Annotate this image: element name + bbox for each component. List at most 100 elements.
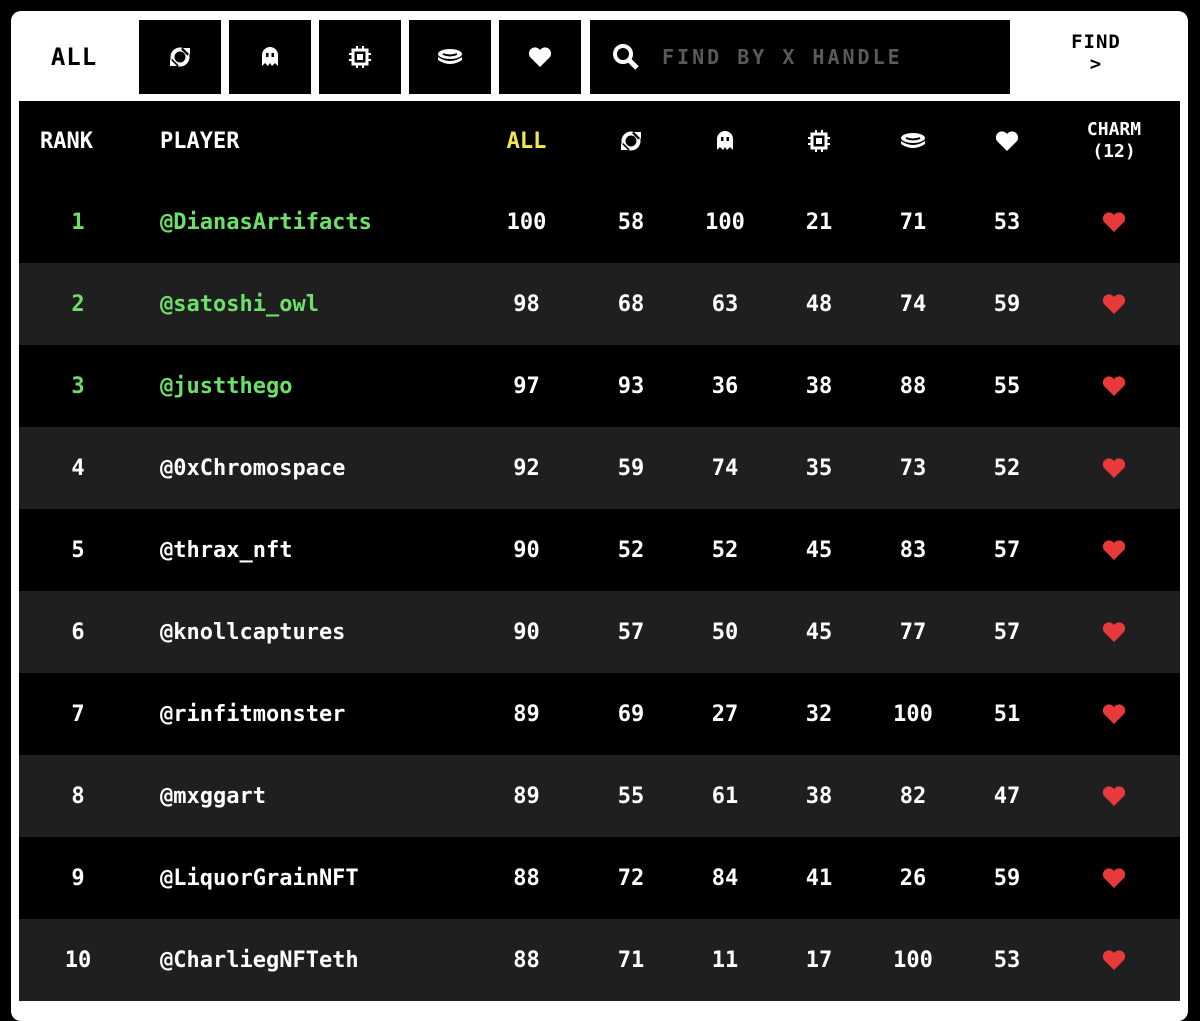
score-chip-cell: 45 xyxy=(805,537,833,563)
charm-cell xyxy=(1054,703,1174,725)
header-chip[interactable] xyxy=(772,130,866,152)
score-heart-cell: 51 xyxy=(993,701,1021,727)
score-chip-cell: 21 xyxy=(805,209,833,235)
player-handle[interactable]: @knollcaptures xyxy=(137,620,469,645)
header-coins[interactable] xyxy=(866,132,960,150)
score-coins-cell: 100 xyxy=(893,701,933,727)
table-body: 1 @DianasArtifacts 100 58 100 21 71 53 2 @satoshi… xyxy=(19,181,1180,1001)
header-player[interactable]: PLAYER xyxy=(137,129,469,154)
table-row[interactable]: 4 @0xChromospace 92 59 74 35 73 52 xyxy=(19,427,1180,509)
player-handle[interactable]: @DianasArtifacts xyxy=(137,210,469,235)
score-heart-cell: 53 xyxy=(993,947,1021,973)
score-chip-cell: 38 xyxy=(805,783,833,809)
category-coins-button[interactable] xyxy=(409,20,491,94)
rank-cell: 10 xyxy=(64,947,92,973)
charm-cell xyxy=(1054,949,1174,971)
score-sync-cell: 55 xyxy=(617,783,645,809)
charm-heart-icon xyxy=(1102,622,1126,642)
score-ghost-cell: 63 xyxy=(711,291,739,317)
find-button[interactable]: FIND > xyxy=(1021,31,1171,91)
score-heart-cell: 47 xyxy=(993,783,1021,809)
header-ghost[interactable] xyxy=(678,130,772,152)
table-row[interactable]: 9 @LiquorGrainNFT 88 72 84 41 26 59 xyxy=(19,837,1180,919)
charm-cell xyxy=(1054,621,1174,643)
player-handle[interactable]: @mxggart xyxy=(137,784,469,809)
score-chip-cell: 45 xyxy=(805,619,833,645)
table-row[interactable]: 1 @DianasArtifacts 100 58 100 21 71 53 xyxy=(19,181,1180,263)
player-handle[interactable]: @thrax_nft xyxy=(137,538,469,563)
charm-heart-icon xyxy=(1102,704,1126,724)
player-handle[interactable]: @CharliegNFTeth xyxy=(137,948,469,973)
score-coins-cell: 73 xyxy=(899,455,927,481)
charm-heart-icon xyxy=(1102,786,1126,806)
player-handle[interactable]: @satoshi_owl xyxy=(137,292,469,317)
header-sync[interactable] xyxy=(584,130,678,152)
charm-heart-icon xyxy=(1102,376,1126,396)
header-all[interactable]: ALL xyxy=(469,129,584,154)
score-ghost-cell: 27 xyxy=(711,701,739,727)
category-chip-button[interactable] xyxy=(319,20,401,94)
score-ghost-cell: 100 xyxy=(705,209,745,235)
filter-bar: ALL FIND BY X HANDLE FIND > xyxy=(11,11,1188,103)
score-sync-cell: 71 xyxy=(617,947,645,973)
score-coins-cell: 74 xyxy=(899,291,927,317)
player-handle[interactable]: @0xChromospace xyxy=(137,456,469,481)
score-sync-cell: 59 xyxy=(617,455,645,481)
score-all-cell: 90 xyxy=(513,537,540,563)
player-handle[interactable]: @justthego xyxy=(137,374,469,399)
score-heart-cell: 59 xyxy=(993,291,1021,317)
score-coins-cell: 71 xyxy=(899,209,927,235)
table-row[interactable]: 10 @CharliegNFTeth 88 71 11 17 100 53 xyxy=(19,919,1180,1001)
table-row[interactable]: 2 @satoshi_owl 98 68 63 48 74 59 xyxy=(19,263,1180,345)
rank-cell: 3 xyxy=(71,373,85,399)
table-row[interactable]: 7 @rinfitmonster 89 69 27 32 100 51 xyxy=(19,673,1180,755)
charm-cell xyxy=(1054,539,1174,561)
header-charm-count: (12) xyxy=(1092,141,1136,162)
charm-cell xyxy=(1054,293,1174,315)
search-box[interactable] xyxy=(590,20,1010,94)
player-handle[interactable]: @rinfitmonster xyxy=(137,702,469,727)
charm-heart-icon xyxy=(1102,950,1126,970)
player-handle[interactable]: @LiquorGrainNFT xyxy=(137,866,469,891)
search-input[interactable] xyxy=(660,44,994,70)
heart-icon xyxy=(995,131,1019,151)
score-heart-cell: 57 xyxy=(993,537,1021,563)
table-row[interactable]: 3 @justthego 97 93 36 38 88 55 xyxy=(19,345,1180,427)
score-all-cell: 92 xyxy=(513,455,540,481)
category-heart-button[interactable] xyxy=(499,20,581,94)
charm-cell xyxy=(1054,211,1174,233)
charm-cell xyxy=(1054,785,1174,807)
charm-cell xyxy=(1054,375,1174,397)
score-all-cell: 90 xyxy=(513,619,540,645)
score-all-cell: 100 xyxy=(506,209,547,235)
header-charm[interactable]: CHARM (12) xyxy=(1054,119,1174,163)
score-coins-cell: 83 xyxy=(899,537,927,563)
find-button-label: FIND xyxy=(1071,31,1121,53)
rank-cell: 5 xyxy=(71,537,85,563)
score-sync-cell: 72 xyxy=(617,865,645,891)
table-row[interactable]: 5 @thrax_nft 90 52 52 45 83 57 xyxy=(19,509,1180,591)
score-sync-cell: 57 xyxy=(617,619,645,645)
score-ghost-cell: 36 xyxy=(711,373,739,399)
header-heart[interactable] xyxy=(960,130,1054,152)
heart-icon xyxy=(528,47,552,67)
category-sync-button[interactable] xyxy=(139,20,221,94)
table-row[interactable]: 6 @knollcaptures 90 57 50 45 77 57 xyxy=(19,591,1180,673)
score-ghost-cell: 50 xyxy=(711,619,739,645)
sync-icon xyxy=(620,130,642,152)
header-rank[interactable]: RANK xyxy=(19,129,137,154)
score-chip-cell: 32 xyxy=(805,701,833,727)
score-chip-cell: 48 xyxy=(805,291,833,317)
score-heart-cell: 59 xyxy=(993,865,1021,891)
score-sync-cell: 68 xyxy=(617,291,645,317)
charm-cell xyxy=(1054,867,1174,889)
rank-cell: 2 xyxy=(71,291,85,317)
score-heart-cell: 52 xyxy=(993,455,1021,481)
category-ghost-button[interactable] xyxy=(229,20,311,94)
score-chip-cell: 35 xyxy=(805,455,833,481)
score-chip-cell: 17 xyxy=(805,947,833,973)
table-row[interactable]: 8 @mxggart 89 55 61 38 82 47 xyxy=(19,755,1180,837)
score-all-cell: 89 xyxy=(513,783,540,809)
charm-cell xyxy=(1054,457,1174,479)
tab-all[interactable]: ALL xyxy=(11,21,137,93)
